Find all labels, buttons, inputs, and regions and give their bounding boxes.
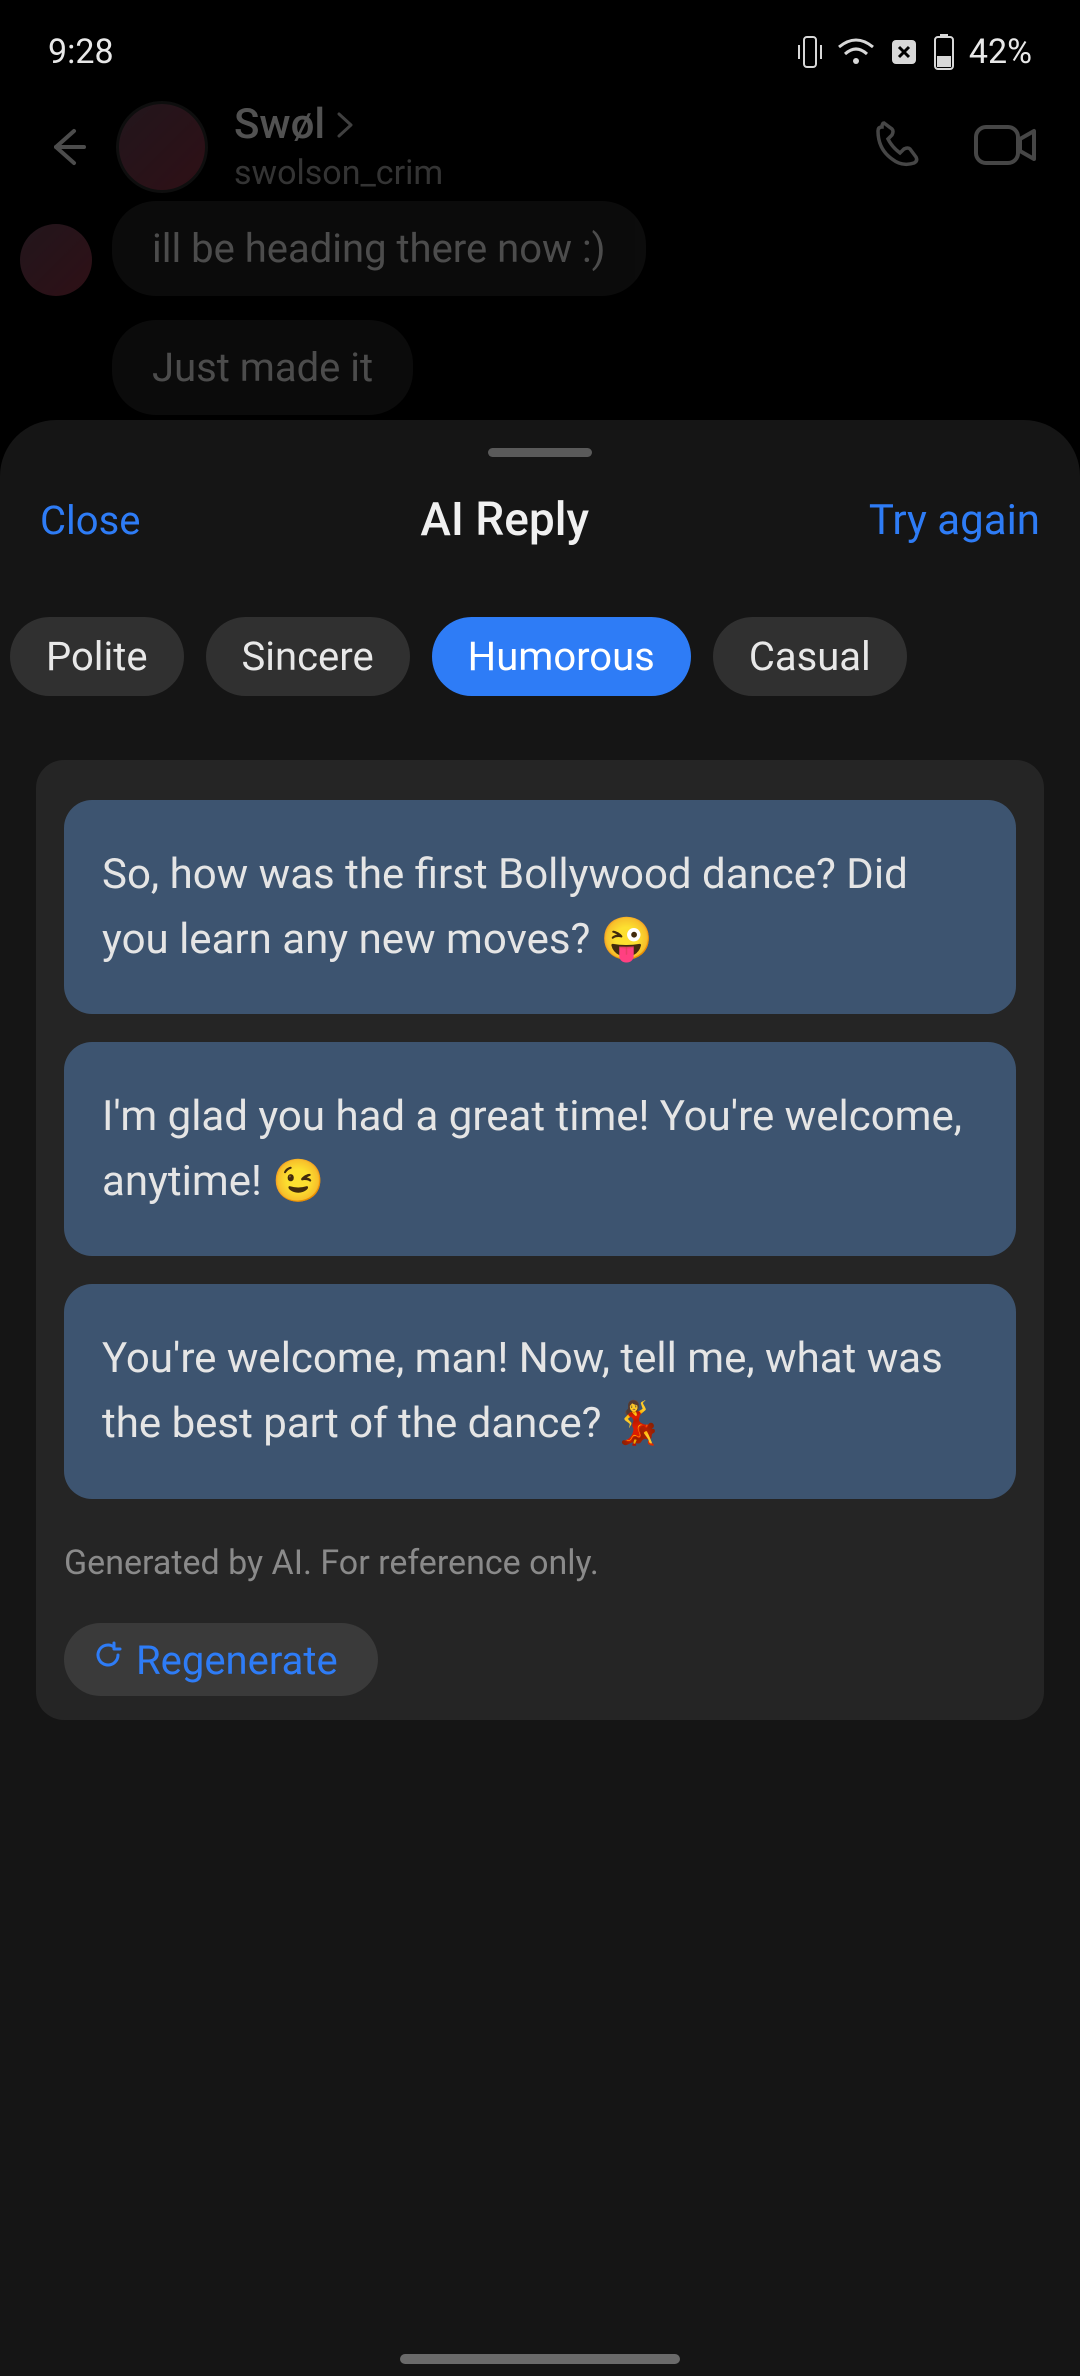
wifi-icon: [837, 37, 875, 67]
tone-pills: Polite Sincere Humorous Casual: [0, 617, 1080, 696]
message-bubble[interactable]: Just made it: [112, 320, 413, 415]
message-bubble[interactable]: ill be heading there now :): [112, 201, 646, 296]
message-avatar: [20, 224, 92, 296]
chevron-right-icon: [335, 110, 355, 140]
back-button[interactable]: [40, 119, 96, 175]
status-time: 9:28: [48, 32, 114, 72]
home-indicator[interactable]: [400, 2354, 680, 2364]
try-again-button[interactable]: Try again: [869, 496, 1040, 545]
regenerate-label: Regenerate: [136, 1637, 338, 1684]
tone-polite[interactable]: Polite: [10, 617, 184, 696]
chat-name: Swøl: [234, 100, 325, 149]
status-icons: 42%: [797, 32, 1032, 72]
tone-sincere[interactable]: Sincere: [206, 617, 410, 696]
ai-disclaimer: Generated by AI. For reference only.: [64, 1543, 1016, 1583]
call-button[interactable]: [868, 117, 924, 177]
signal-icon: [889, 37, 919, 67]
chat-username: swolson_crim: [234, 153, 848, 193]
regenerate-button[interactable]: Regenerate: [64, 1623, 378, 1696]
suggestion-item[interactable]: So, how was the first Bollywood dance? D…: [64, 800, 1016, 1014]
chat-title-block[interactable]: Swøl swolson_crim: [234, 100, 848, 193]
sheet-title: AI Reply: [420, 493, 589, 547]
refresh-icon: [94, 1641, 124, 1679]
battery-text: 42%: [969, 32, 1032, 72]
suggestion-item[interactable]: I'm glad you had a great time! You're we…: [64, 1042, 1016, 1256]
sheet-drag-handle[interactable]: [488, 448, 592, 457]
ai-reply-sheet: Close AI Reply Try again Polite Sincere …: [0, 420, 1080, 2376]
avatar[interactable]: [116, 101, 208, 193]
suggestions-container: So, how was the first Bollywood dance? D…: [36, 760, 1044, 1720]
video-button[interactable]: [972, 121, 1040, 173]
suggestion-item[interactable]: You're welcome, man! Now, tell me, what …: [64, 1284, 1016, 1498]
vibrate-icon: [797, 35, 823, 69]
chat-header: Swøl swolson_crim: [0, 80, 1080, 201]
tone-humorous[interactable]: Humorous: [432, 617, 691, 696]
tone-casual[interactable]: Casual: [713, 617, 907, 696]
close-button[interactable]: Close: [40, 497, 140, 544]
status-bar: 9:28 42%: [0, 0, 1080, 80]
battery-icon: [933, 34, 955, 70]
